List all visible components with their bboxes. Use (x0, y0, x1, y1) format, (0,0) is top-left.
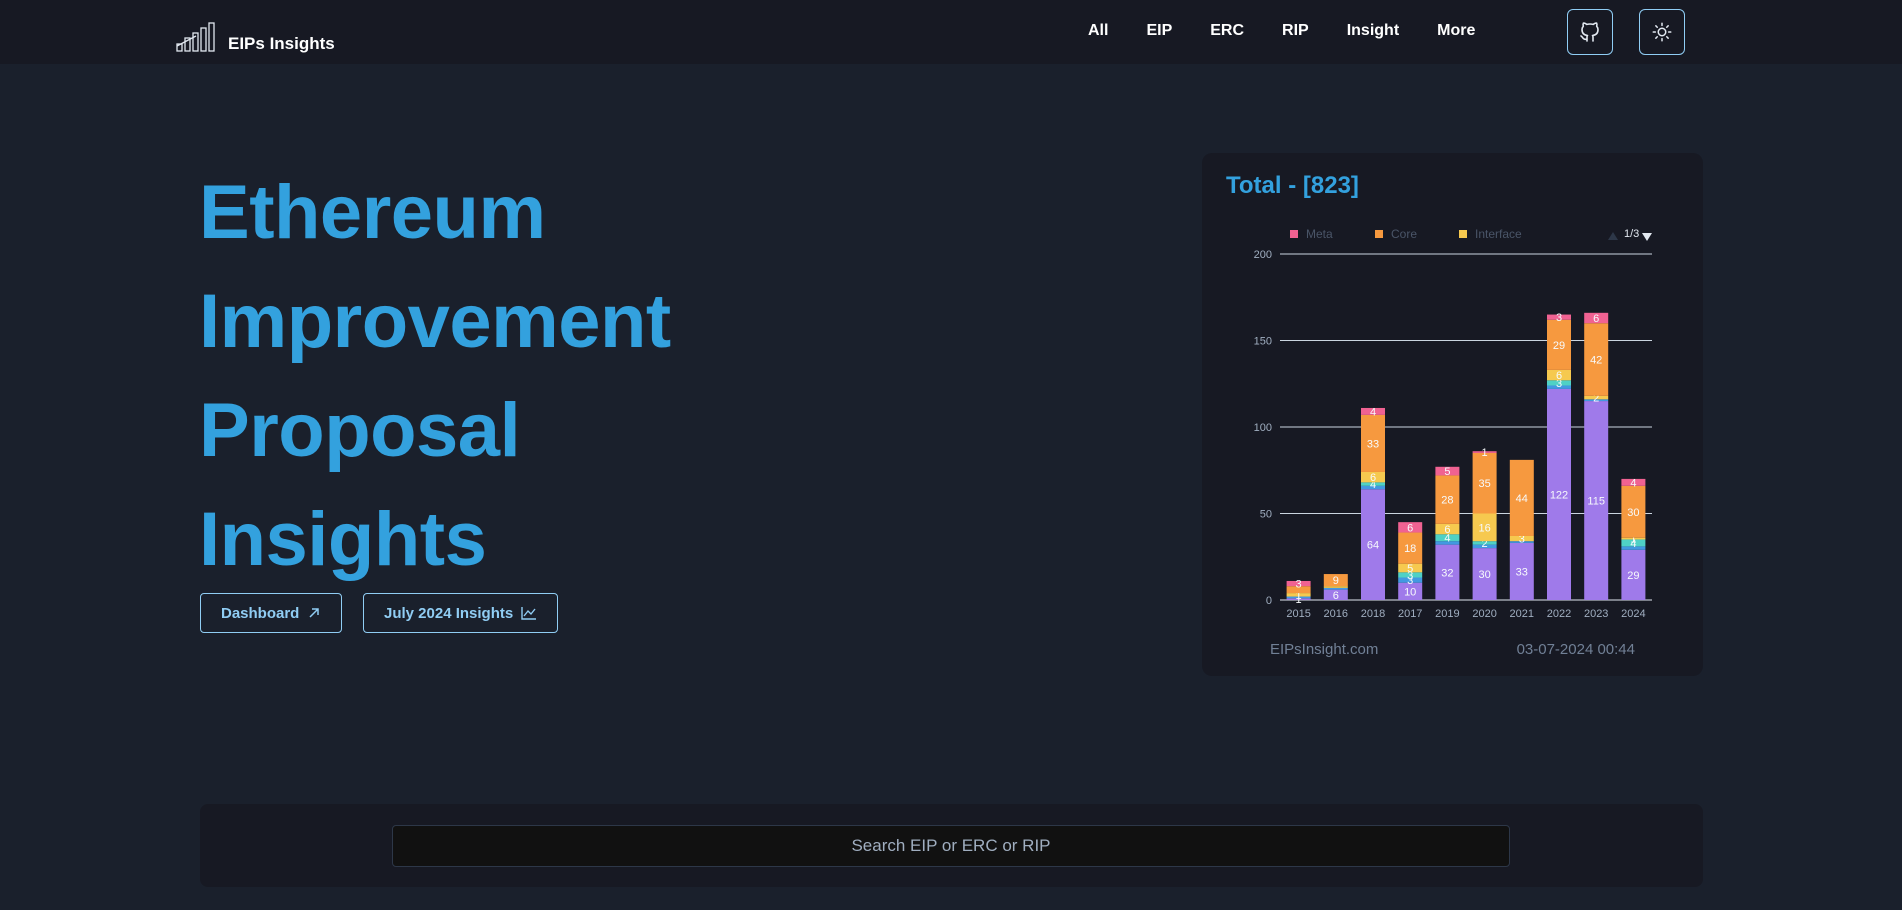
nav-link-eip[interactable]: EIP (1146, 22, 1172, 40)
legend-prev-icon (1608, 232, 1618, 240)
navbar: EIPs Insights All EIP ERC RIP Insight Mo… (0, 0, 1902, 64)
y-tick-label: 200 (1254, 249, 1272, 261)
insights-button[interactable]: July 2024 Insights (363, 593, 559, 633)
bar-data-label: 42 (1590, 355, 1602, 367)
bar-data-label: 29 (1553, 340, 1565, 352)
hero-title: Ethereum Improvement Proposal Insights (199, 158, 671, 594)
bar-data-label: 16 (1478, 522, 1490, 534)
bar-data-label: 115 (1587, 496, 1605, 508)
dashboard-button-label: Dashboard (221, 604, 300, 622)
legend-label: Core (1391, 227, 1417, 241)
hero-title-line: Improvement (199, 279, 671, 364)
bar-data-label: 6 (1444, 524, 1450, 536)
bar-signal-icon (176, 22, 215, 52)
bar-data-label: 6 (1556, 370, 1562, 382)
x-tick-label: 2018 (1361, 608, 1385, 620)
brand-name: EIPs Insights (228, 34, 335, 53)
bar-data-label: 30 (1478, 569, 1490, 581)
x-tick-label: 2022 (1547, 608, 1571, 620)
nav-link-more[interactable]: More (1437, 22, 1475, 40)
chart-source: EIPsInsight.com (1270, 641, 1379, 658)
insights-button-label: July 2024 Insights (384, 604, 514, 622)
dashboard-button[interactable]: Dashboard (200, 593, 343, 633)
bar-data-label: 4 (1630, 477, 1636, 489)
github-button[interactable] (1567, 9, 1613, 55)
x-tick-label: 2016 (1324, 608, 1348, 620)
legend-swatch (1290, 230, 1298, 238)
x-tick-label: 2023 (1584, 608, 1608, 620)
stacked-bar-chart: 050100150200Meta Core Interface 1/311320156… (1254, 227, 1652, 620)
legend-swatch (1459, 230, 1467, 238)
bar-segment (1323, 587, 1348, 590)
y-tick-label: 50 (1260, 509, 1272, 521)
line-chart-icon (521, 607, 537, 620)
brand-logo[interactable]: EIPs Insights (176, 22, 335, 53)
legend-next-icon (1642, 233, 1652, 241)
bar-data-label: 6 (1333, 590, 1339, 602)
hero-title-line: Insights (199, 497, 487, 582)
search-input[interactable] (392, 825, 1510, 867)
x-tick-label: 2020 (1472, 608, 1496, 620)
bar-data-label: 35 (1478, 478, 1490, 490)
chart-card: Total - [823] 0 50 100 150 200 Meta Core Interf… (1202, 153, 1703, 676)
bar-data-label: 64 (1367, 540, 1379, 552)
bar-data-label: 1 (1482, 447, 1488, 459)
nav-link-insight[interactable]: Insight (1347, 22, 1399, 40)
bar-data-label: 33 (1367, 438, 1379, 450)
legend-page-label: 1/3 (1624, 228, 1639, 240)
hero-title-line: Ethereum (199, 170, 546, 255)
y-tick-label: 0 (1266, 595, 1272, 607)
bar-data-label: 30 (1627, 507, 1639, 519)
bar-data-label: 28 (1441, 495, 1453, 507)
arrow-up-right-icon (309, 608, 320, 618)
x-tick-label: 2024 (1621, 608, 1645, 620)
bar-data-label: 3 (1556, 312, 1562, 324)
x-tick-label: 2021 (1510, 608, 1534, 620)
bar-data-label: 6 (1370, 472, 1376, 484)
bar-data-label: 9 (1333, 575, 1339, 587)
y-tick-label: 150 (1254, 336, 1272, 348)
bar-data-label: 5 (1444, 466, 1450, 478)
bar-data-label: 6 (1593, 313, 1599, 325)
legend-swatch (1375, 230, 1383, 238)
bar-data-label: 3 (1296, 579, 1302, 591)
search-panel (200, 804, 1703, 887)
bar-data-label: 122 (1550, 489, 1568, 501)
bar-data-label: 18 (1404, 543, 1416, 555)
nav-links: All EIP ERC RIP Insight More (1088, 22, 1513, 40)
bar-data-label: 32 (1441, 567, 1453, 579)
y-tick-label: 100 (1254, 422, 1272, 434)
sun-icon (1652, 22, 1672, 42)
x-tick-label: 2017 (1398, 608, 1422, 620)
legend-label: Interface (1475, 227, 1522, 241)
bar-data-label: 44 (1516, 493, 1528, 505)
chart-timestamp: 03-07-2024 00:44 (1516, 641, 1635, 658)
nav-link-all[interactable]: All (1088, 22, 1108, 40)
theme-toggle-button[interactable] (1639, 9, 1685, 55)
x-tick-label: 2015 (1286, 608, 1310, 620)
nav-link-erc[interactable]: ERC (1210, 22, 1244, 40)
bar-data-label: 6 (1407, 522, 1413, 534)
bar-data-label: 4 (1370, 406, 1376, 418)
github-icon (1580, 22, 1599, 42)
hero-title-line: Proposal (199, 388, 521, 473)
bar-data-label: 33 (1516, 566, 1528, 578)
nav-link-rip[interactable]: RIP (1282, 22, 1309, 40)
bar-data-label: 5 (1407, 563, 1413, 575)
bar-data-label: 10 (1404, 586, 1416, 598)
bar-data-label: 29 (1627, 570, 1639, 582)
legend-label: Meta (1306, 227, 1333, 241)
x-tick-label: 2019 (1435, 608, 1459, 620)
